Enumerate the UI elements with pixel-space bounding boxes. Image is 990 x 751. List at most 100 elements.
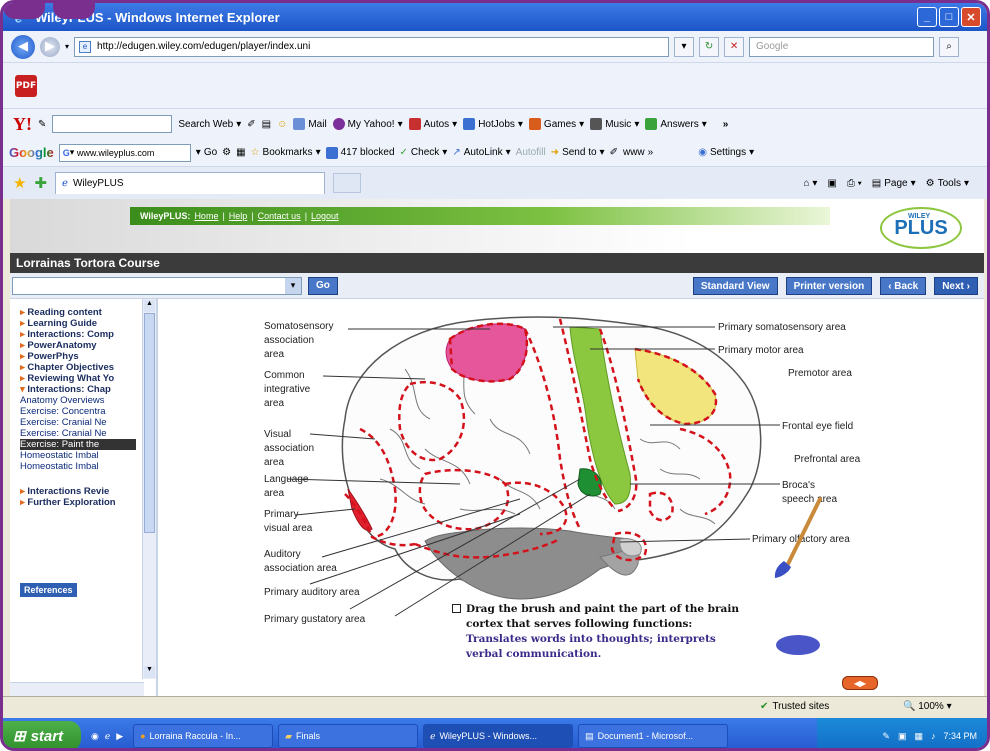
yahoo-search-button[interactable]: Search Web ▾ bbox=[178, 119, 241, 130]
google-item-sendto[interactable]: ➜ Send to ▾ bbox=[551, 147, 605, 158]
sidebar-item[interactable]: Homeostatic Imbal bbox=[20, 450, 136, 461]
sidebar-item[interactable]: Chapter Objectives bbox=[20, 362, 136, 373]
google-item-popups[interactable]: 417 blocked bbox=[325, 146, 395, 159]
scroll-thumb[interactable] bbox=[144, 313, 155, 533]
history-dropdown-icon[interactable]: ▾ bbox=[65, 42, 69, 51]
nav-logout-link[interactable]: Logout bbox=[311, 211, 339, 221]
tray-icon-2[interactable]: ▣ bbox=[898, 731, 907, 742]
security-zone[interactable]: ✔ Trusted sites bbox=[760, 701, 829, 712]
sidebar-item[interactable]: Exercise: Cranial Ne bbox=[20, 417, 136, 428]
address-input[interactable]: e http://edugen.wiley.com/edugen/player/… bbox=[74, 36, 670, 57]
refresh-icon[interactable]: ↻ bbox=[699, 36, 720, 57]
scroll-up-icon[interactable]: ▲ bbox=[144, 300, 155, 312]
tray-icon-1[interactable]: ✎ bbox=[882, 731, 890, 742]
yahoo-item-myyahoo[interactable]: My Yahoo! ▾ bbox=[332, 118, 403, 130]
yahoo-item-answers[interactable]: Answers ▾ bbox=[645, 118, 707, 130]
search-magnifier-icon[interactable]: ⌕ bbox=[939, 36, 960, 57]
pencil-icon[interactable]: ✎ bbox=[38, 119, 46, 130]
scroll-down-icon[interactable]: ▼ bbox=[144, 666, 155, 678]
back-arrow-icon[interactable]: ◀ bbox=[11, 34, 35, 59]
yahoo-item-hotjobs[interactable]: HotJobs ▾ bbox=[463, 118, 523, 130]
printer-version-button[interactable]: Printer version bbox=[785, 277, 873, 295]
google-item-autolink[interactable]: ↗ AutoLink ▾ bbox=[452, 147, 510, 158]
standard-view-button[interactable]: Standard View bbox=[692, 277, 778, 295]
sidebar-item[interactable]: Exercise: Cranial Ne bbox=[20, 428, 136, 439]
stop-icon[interactable]: ✕ bbox=[724, 36, 745, 57]
pdf-addon-icon[interactable]: PDF bbox=[15, 75, 37, 97]
quicklaunch-icon[interactable]: ◉ bbox=[91, 731, 99, 742]
yahoo-logo[interactable]: Y! bbox=[13, 114, 32, 135]
favorites-star-icon[interactable]: ★ bbox=[13, 174, 26, 192]
sidebar-item[interactable]: Interactions: Chap bbox=[20, 384, 136, 395]
highlighter-icon[interactable]: ✐ bbox=[610, 147, 618, 158]
sidebar-item[interactable]: Reading content bbox=[20, 307, 136, 318]
nav-contact-link[interactable]: Contact us bbox=[258, 211, 301, 221]
sidebar-item[interactable]: Homeostatic Imbal bbox=[20, 461, 136, 472]
tab-wileyplus[interactable]: ℯ WileyPLUS bbox=[55, 172, 326, 194]
sidebar-item[interactable]: PowerAnatomy bbox=[20, 340, 136, 351]
google-item-bookmarks[interactable]: ☆ Bookmarks ▾ bbox=[251, 147, 321, 158]
sidebar-item[interactable]: PowerPhys bbox=[20, 351, 136, 362]
print-icon[interactable]: ⎙ ▾ bbox=[847, 178, 862, 189]
address-dropdown-icon[interactable]: ▾ bbox=[674, 36, 695, 57]
sidebar-item[interactable]: Interactions: Comp bbox=[20, 329, 136, 340]
advance-arrows-button[interactable]: ◀▶ bbox=[842, 676, 878, 690]
sidebar-item[interactable]: Interactions Revie bbox=[20, 486, 136, 497]
references-button[interactable]: References bbox=[20, 583, 77, 597]
back-button[interactable]: ‹ Back bbox=[880, 277, 927, 295]
ie-quicklaunch-icon[interactable]: ℯ bbox=[105, 731, 110, 742]
chapter-select[interactable]: ▾ bbox=[12, 276, 302, 295]
forward-arrow-icon[interactable]: ▶ bbox=[40, 36, 60, 57]
home-icon[interactable]: ⌂ ▾ bbox=[804, 178, 818, 189]
taskbar-item-wileyplus[interactable]: ℯ WileyPLUS - Windows... bbox=[423, 724, 574, 748]
google-item-autofill[interactable]: Autofill bbox=[516, 147, 546, 158]
google-item-check[interactable]: ✓ Check ▾ bbox=[400, 147, 448, 158]
google-settings-button[interactable]: ◉ Settings ▾ bbox=[698, 147, 754, 158]
window-title-bar[interactable]: ℯ WileyPLUS - Windows Internet Explorer … bbox=[3, 3, 987, 31]
sidebar-item[interactable]: Exercise: Concentra bbox=[20, 406, 136, 417]
yahoo-item-mail[interactable]: Mail bbox=[293, 118, 327, 130]
taskbar-item-document[interactable]: ▤ Document1 - Microsof... bbox=[578, 724, 729, 748]
google-item-www[interactable]: www » bbox=[623, 147, 653, 158]
start-button[interactable]: ⊞ start bbox=[3, 721, 81, 748]
google-logo[interactable]: Google bbox=[9, 145, 54, 160]
sidebar-item[interactable]: Further Exploration bbox=[20, 497, 136, 508]
google-go-button[interactable]: ▾ Go bbox=[196, 147, 217, 158]
close-button[interactable]: ✕ bbox=[961, 7, 981, 27]
highlight-icon[interactable]: ✐ bbox=[247, 119, 255, 130]
gear-icon[interactable]: ⚙ bbox=[222, 147, 231, 158]
google-search-input[interactable]: G ▾ www.wileyplus.com bbox=[58, 143, 191, 162]
toolbar-options-icon[interactable]: ▤ bbox=[262, 119, 271, 130]
tray-icon-3[interactable]: ▦ bbox=[914, 731, 923, 742]
feeds-icon[interactable]: ▣ bbox=[827, 178, 836, 189]
sidebar-item[interactable]: Anatomy Overviews bbox=[20, 395, 136, 406]
zoom-level[interactable]: 🔍 100% ▾ bbox=[903, 701, 952, 712]
taskbar-item-lorraina[interactable]: ● Lorraina Raccula - In... bbox=[133, 724, 274, 748]
go-button[interactable]: Go bbox=[308, 276, 338, 295]
add-favorites-icon[interactable]: ✚ bbox=[34, 174, 47, 192]
yahoo-search-input[interactable] bbox=[52, 115, 173, 133]
yahoo-item-games[interactable]: Games ▾ bbox=[528, 118, 584, 130]
sidebar-item[interactable]: Learning Guide bbox=[20, 318, 136, 329]
yahoo-item-music[interactable]: Music ▾ bbox=[590, 118, 639, 130]
tools-menu[interactable]: ⚙ Tools ▾ bbox=[926, 178, 969, 189]
nav-home-link[interactable]: Home bbox=[194, 211, 218, 221]
nav-help-link[interactable]: Help bbox=[229, 211, 248, 221]
sidebar-item[interactable]: Reviewing What Yo bbox=[20, 373, 136, 384]
new-tab-button[interactable] bbox=[333, 173, 362, 193]
taskbar-item-finals[interactable]: ▰ Finals bbox=[278, 724, 419, 748]
sidebar-item[interactable]: Exercise: Paint the bbox=[20, 439, 136, 450]
sidebar-hscrollbar[interactable] bbox=[10, 682, 144, 696]
volume-icon[interactable]: ♪ bbox=[931, 731, 936, 741]
next-button[interactable]: Next › bbox=[934, 277, 978, 295]
media-quicklaunch-icon[interactable]: ▶ bbox=[116, 731, 123, 742]
minimize-button[interactable]: _ bbox=[917, 7, 937, 27]
yahoo-more-chevron[interactable]: » bbox=[723, 119, 729, 130]
news-icon[interactable]: ▦ bbox=[236, 147, 245, 158]
search-input[interactable]: Google bbox=[749, 36, 935, 57]
page-menu[interactable]: ▤ Page ▾ bbox=[872, 178, 916, 189]
yahoo-item-autos[interactable]: Autos ▾ bbox=[408, 118, 457, 130]
maximize-button[interactable]: □ bbox=[939, 7, 959, 27]
smiley-icon[interactable]: ☺ bbox=[277, 119, 287, 130]
sidebar-scrollbar[interactable]: ▲ ▼ bbox=[142, 299, 156, 679]
